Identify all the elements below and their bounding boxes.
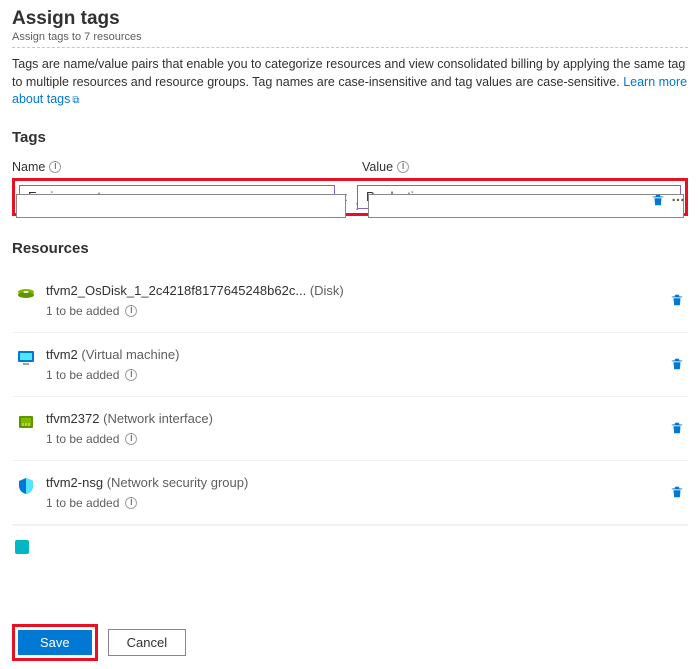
save-button[interactable]: Save (18, 630, 92, 655)
tag-name-label: Name (12, 160, 45, 174)
resource-list: tfvm2_OsDisk_1_2c4218f8177645248b62c... … (12, 269, 688, 555)
resource-name: tfvm2372 (46, 411, 99, 426)
info-icon[interactable]: i (125, 497, 137, 509)
resource-type: (Network interface) (103, 411, 213, 426)
remove-resource-icon[interactable] (670, 293, 684, 307)
resource-status: 1 to be added (46, 368, 119, 382)
info-icon[interactable]: i (125, 433, 137, 445)
delete-tag-icon[interactable] (648, 190, 668, 210)
save-highlight: Save (12, 624, 98, 661)
tag-value-input[interactable] (368, 194, 684, 218)
remove-resource-icon[interactable] (670, 485, 684, 499)
resource-type: (Disk) (310, 283, 344, 298)
resource-status: 1 to be added (46, 496, 119, 510)
tag-column-headers: Name i Value i (12, 160, 688, 174)
resource-item: tfvm2-nsg (Network security group) 1 to … (12, 461, 688, 525)
page-description: Tags are name/value pairs that enable yo… (12, 56, 688, 109)
resource-type: (Network security group) (107, 475, 249, 490)
info-icon[interactable]: i (397, 161, 409, 173)
resource-name: tfvm2_OsDisk_1_2c4218f8177645248b62c... (46, 283, 306, 298)
description-text: Tags are name/value pairs that enable yo… (12, 57, 685, 89)
resource-name: tfvm2-nsg (46, 475, 103, 490)
resources-section-header: Resources (12, 240, 688, 257)
resource-item: tfvm2372 (Network interface) 1 to be add… (12, 397, 688, 461)
cancel-button[interactable]: Cancel (108, 629, 186, 656)
page-title: Assign tags (12, 8, 688, 30)
nsg-icon (16, 476, 36, 496)
disk-icon (16, 284, 36, 304)
info-icon[interactable]: i (49, 161, 61, 173)
remove-resource-icon[interactable] (670, 357, 684, 371)
tag-name-input[interactable] (16, 194, 346, 218)
external-link-icon: ⧉ (72, 95, 79, 106)
resource-type: (Virtual machine) (81, 347, 179, 362)
vm-icon (16, 348, 36, 368)
resource-status: 1 to be added (46, 432, 119, 446)
more-icon[interactable] (668, 190, 688, 210)
resource-icon (12, 537, 32, 555)
footer-actions: Save Cancel (12, 624, 186, 661)
resource-item: tfvm2_OsDisk_1_2c4218f8177645248b62c... … (12, 269, 688, 333)
info-icon[interactable]: i (125, 305, 137, 317)
remove-resource-icon[interactable] (670, 421, 684, 435)
nic-icon (16, 412, 36, 432)
page-subtitle: Assign tags to 7 resources (12, 31, 688, 48)
tags-section-header: Tags (12, 129, 688, 146)
resource-item-cutoff (12, 525, 688, 555)
info-icon[interactable]: i (125, 369, 137, 381)
tag-value-label: Value (362, 160, 393, 174)
resource-status: 1 to be added (46, 304, 119, 318)
tag-separator: : (352, 198, 362, 213)
resource-item: tfvm2 (Virtual machine) 1 to be added i (12, 333, 688, 397)
resource-name: tfvm2 (46, 347, 78, 362)
